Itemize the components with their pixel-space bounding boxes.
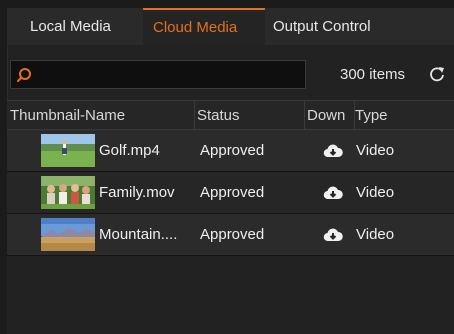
table-row[interactable]: Golf.mp4 Approved Video [7,130,454,172]
search-input[interactable] [38,65,305,84]
status-cell: Approved [200,226,265,243]
download-cell[interactable] [310,227,356,243]
tab-bar: Local Media Cloud Media Output Control [7,8,454,45]
column-thumbnail-name[interactable]: Thumbnail-Name [7,101,195,129]
table-row[interactable]: Mountain.... Approved Video [7,214,454,256]
table-row[interactable]: Family.mov Approved Video [7,172,454,214]
file-name: Golf.mp4 [99,142,160,159]
media-list: Golf.mp4 Approved Video Family.mov Appro… [7,130,454,256]
tab-output-control[interactable]: Output Control [265,8,405,45]
items-count: 300 items [340,66,406,83]
cloud-download-icon[interactable] [323,185,343,201]
cloud-download-icon[interactable] [323,143,343,159]
tab-local-media[interactable]: Local Media [7,8,143,45]
download-cell[interactable] [310,185,356,201]
status-cell: Approved [200,142,265,159]
status-cell: Approved [200,184,265,201]
type-cell: Video [356,142,395,159]
cloud-download-icon[interactable] [323,227,343,243]
tab-cloud-media[interactable]: Cloud Media [143,8,265,45]
column-status[interactable]: Status [195,101,305,129]
file-name: Mountain.... [99,226,178,243]
type-cell: Video [356,226,395,243]
column-type[interactable]: Type [355,101,454,129]
thumbnail-name-cell: Mountain.... [7,218,200,251]
thumbnail-name-cell: Family.mov [7,176,200,209]
search-icon [16,67,31,82]
thumbnail-mountain [41,218,95,251]
column-down[interactable]: Down [305,101,355,129]
list-empty-area [7,256,454,334]
download-cell[interactable] [310,143,356,159]
file-name: Family.mov [99,184,175,201]
table-header: Thumbnail-Name Status Down Type [7,100,454,130]
search-box[interactable] [10,60,306,89]
thumbnail-family [41,176,95,209]
type-cell: Video [356,184,395,201]
thumbnail-name-cell: Golf.mp4 [7,134,200,167]
refresh-icon[interactable] [428,65,446,83]
thumbnail-golf [41,134,95,167]
